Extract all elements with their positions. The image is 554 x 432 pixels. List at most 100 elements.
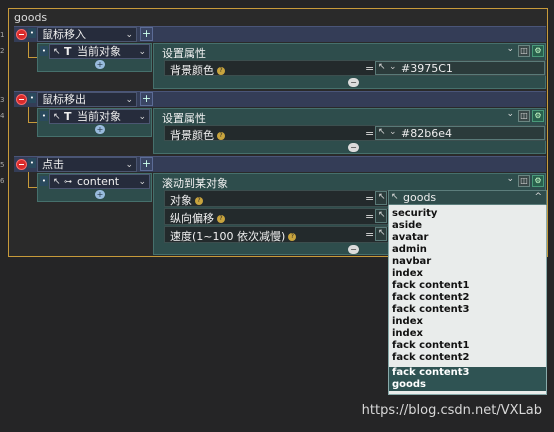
help-icon: ? bbox=[217, 67, 225, 75]
line-number: 4 bbox=[0, 112, 5, 120]
collapse-button[interactable]: − bbox=[348, 245, 359, 254]
param-label: 对象? bbox=[170, 192, 203, 208]
dropdown-icon: ⌄ bbox=[389, 62, 397, 72]
action-select[interactable]: 设置属性 ⌄ bbox=[156, 44, 516, 60]
copy-icon[interactable]: ◫ bbox=[518, 45, 530, 57]
event-select-value: 鼠标移出 bbox=[42, 93, 86, 106]
dropdown-option[interactable]: fack content1 bbox=[392, 280, 470, 292]
add-event-button[interactable]: + bbox=[140, 27, 153, 41]
dropdown-option[interactable]: fack content3 bbox=[392, 367, 470, 379]
action-select[interactable]: 滚动到某对象 ⌄ bbox=[156, 174, 516, 190]
watermark: https://blog.csdn.net/VXLab bbox=[361, 403, 542, 418]
connector-line bbox=[28, 172, 29, 188]
help-icon: ? bbox=[195, 197, 203, 205]
delete-event-button[interactable] bbox=[16, 159, 27, 170]
object-dropdown-list[interactable]: security aside avatar admin navbar index… bbox=[388, 190, 547, 395]
line-number: 2 bbox=[0, 47, 5, 55]
help-icon: ? bbox=[217, 132, 225, 140]
collapse-button[interactable]: − bbox=[348, 143, 359, 152]
collapse-button[interactable]: − bbox=[348, 78, 359, 87]
dropdown-option[interactable]: security bbox=[392, 208, 437, 220]
dropdown-option[interactable]: index bbox=[392, 316, 423, 328]
target-select[interactable]: ↖ T 当前对象 ⌄ bbox=[49, 44, 150, 59]
dropdown-option[interactable]: index bbox=[392, 268, 423, 280]
param-label: 纵向偏移? bbox=[170, 210, 225, 226]
action-select-value: 设置属性 bbox=[162, 112, 206, 125]
event-select[interactable]: 点击 ⌄ bbox=[37, 157, 137, 172]
delete-event-button[interactable] bbox=[16, 29, 27, 40]
dropdown-option[interactable]: aside bbox=[392, 220, 422, 232]
event-select-value: 点击 bbox=[42, 158, 64, 171]
dropdown-option[interactable]: fack content3 bbox=[392, 304, 470, 316]
event-select[interactable]: 鼠标移出 ⌄ bbox=[37, 92, 137, 107]
cursor-icon: ↖ bbox=[391, 192, 399, 202]
param-label: 背景颜色? bbox=[170, 127, 225, 143]
param-mode-button[interactable]: ↖ bbox=[375, 191, 387, 205]
cursor-icon: ↖ bbox=[378, 210, 386, 220]
add-target-button[interactable]: + bbox=[95, 125, 105, 134]
event-handle-icon[interactable]: • bbox=[28, 28, 36, 38]
color-value: #3975C1 bbox=[401, 62, 453, 75]
line-number: 3 bbox=[0, 96, 5, 104]
param-label: 速度(1~100 依次减慢)? bbox=[170, 228, 297, 244]
param-mode-button[interactable]: ↖ bbox=[375, 209, 387, 223]
chevron-down-icon: ⌄ bbox=[125, 95, 133, 105]
color-value: #82b6e4 bbox=[401, 127, 452, 140]
event-handle-icon[interactable]: • bbox=[28, 158, 36, 168]
equals-sign: = bbox=[365, 210, 375, 223]
copy-icon[interactable]: ◫ bbox=[518, 110, 530, 122]
action-select[interactable]: 设置属性 ⌄ bbox=[156, 109, 516, 125]
gear-icon[interactable]: ⚙ bbox=[532, 175, 544, 187]
target-handle-icon[interactable]: • bbox=[40, 176, 48, 186]
dropdown-option[interactable]: fack content2 bbox=[392, 352, 470, 364]
chevron-up-icon: ^ bbox=[534, 192, 542, 202]
gear-icon[interactable]: ⚙ bbox=[532, 110, 544, 122]
component-type-icon: ⊶ bbox=[64, 177, 72, 186]
equals-sign: = bbox=[365, 62, 375, 75]
chevron-down-icon: ⌄ bbox=[506, 174, 514, 184]
event-select-value: 鼠标移入 bbox=[42, 28, 86, 41]
color-value-field[interactable]: ↖ ⌄ #82b6e4 bbox=[375, 126, 545, 140]
add-event-button[interactable]: + bbox=[140, 92, 153, 106]
dropdown-option[interactable]: index bbox=[392, 328, 423, 340]
copy-icon[interactable]: ◫ bbox=[518, 175, 530, 187]
target-select[interactable]: ↖ ⊶ content ⌄ bbox=[49, 174, 150, 189]
equals-sign: = bbox=[365, 192, 375, 205]
frame-title: goods bbox=[14, 11, 48, 24]
help-icon: ? bbox=[288, 233, 297, 241]
target-handle-icon[interactable]: • bbox=[40, 111, 48, 121]
cursor-icon: ↖ bbox=[53, 112, 61, 122]
gear-icon[interactable]: ⚙ bbox=[532, 45, 544, 57]
object-select[interactable]: ↖ goods ^ bbox=[388, 190, 547, 205]
dropdown-option[interactable]: admin bbox=[392, 244, 427, 256]
color-value-field[interactable]: ↖ ⌄ #3975C1 bbox=[375, 61, 545, 75]
cursor-icon: ↖ bbox=[378, 192, 386, 202]
dropdown-option[interactable]: avatar bbox=[392, 232, 428, 244]
chevron-down-icon: ⌄ bbox=[506, 44, 514, 54]
target-select-value: 当前对象 bbox=[77, 110, 121, 123]
add-event-button[interactable]: + bbox=[140, 157, 153, 171]
event-handle-icon[interactable]: • bbox=[28, 93, 36, 103]
cursor-icon: ↖ bbox=[378, 62, 386, 72]
dropdown-option[interactable]: fack content1 bbox=[392, 340, 470, 352]
cursor-icon: ↖ bbox=[378, 228, 386, 238]
chevron-down-icon: ⌄ bbox=[138, 112, 146, 122]
dropdown-option[interactable]: goods bbox=[392, 379, 426, 391]
connector-line bbox=[28, 107, 29, 123]
target-select-value: content bbox=[77, 175, 120, 188]
delete-event-button[interactable] bbox=[16, 94, 27, 105]
dropdown-option[interactable]: navbar bbox=[392, 256, 431, 268]
target-select-value: 当前对象 bbox=[77, 45, 121, 58]
text-type-icon: T bbox=[64, 110, 72, 123]
chevron-down-icon: ⌄ bbox=[138, 47, 146, 57]
add-target-button[interactable]: + bbox=[95, 190, 105, 199]
chevron-down-icon: ⌄ bbox=[138, 177, 146, 187]
line-number: 6 bbox=[0, 177, 5, 185]
add-target-button[interactable]: + bbox=[95, 60, 105, 69]
target-handle-icon[interactable]: • bbox=[40, 46, 48, 56]
target-select[interactable]: ↖ T 当前对象 ⌄ bbox=[49, 109, 150, 124]
dropdown-option[interactable]: fack content2 bbox=[392, 292, 470, 304]
equals-sign: = bbox=[365, 228, 375, 241]
event-select[interactable]: 鼠标移入 ⌄ bbox=[37, 27, 137, 42]
param-mode-button[interactable]: ↖ bbox=[375, 227, 387, 241]
